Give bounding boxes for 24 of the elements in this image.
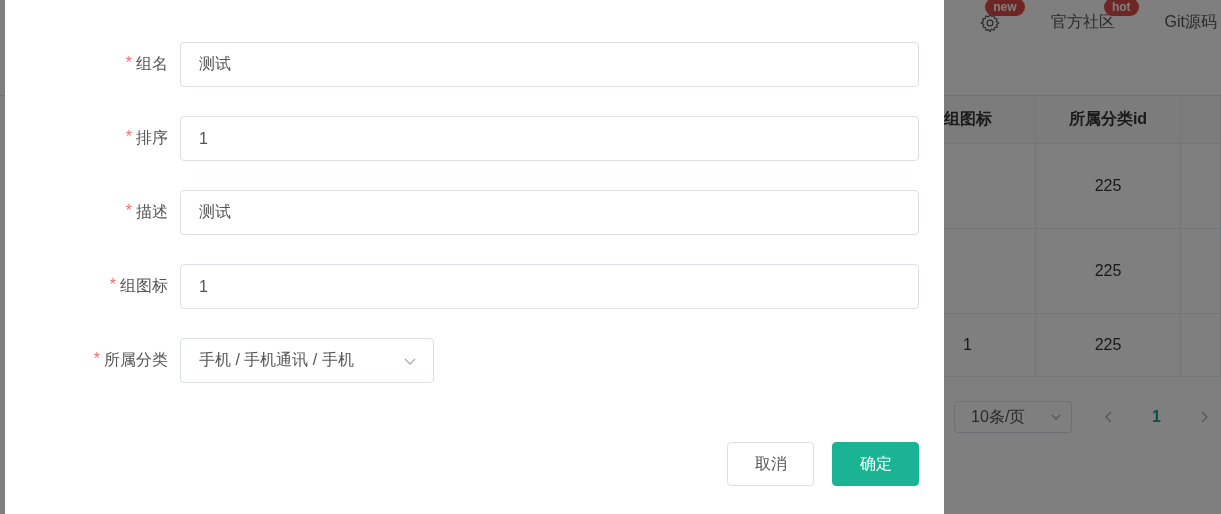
field-label: 组名 [136, 54, 168, 74]
table-cell: 225 [1036, 144, 1181, 229]
field-label: 所属分类 [104, 350, 168, 370]
table-cell: 225 [1036, 229, 1181, 314]
header-badge: new [985, 0, 1025, 16]
field-label: 组图标 [120, 276, 168, 296]
required-mark: * [93, 350, 100, 369]
column-header: 所属分类id [1036, 96, 1181, 144]
field-label: 排序 [136, 128, 168, 148]
required-mark: * [125, 202, 132, 221]
table-cell: 225 [1036, 314, 1181, 377]
input-field[interactable]: 测试 [180, 42, 919, 87]
category-select[interactable]: 手机 / 手机通讯 / 手机 [180, 338, 434, 383]
input-field[interactable]: 1 [180, 264, 919, 309]
page-size-select[interactable]: 10条/页 [954, 401, 1073, 433]
input-field[interactable]: 测试 [180, 190, 919, 235]
cancel-button[interactable]: 取消 [727, 442, 814, 486]
required-mark: * [125, 128, 132, 147]
header-link[interactable]: Git源码 [1164, 12, 1217, 33]
required-mark: * [109, 276, 116, 295]
field-label: 描述 [136, 202, 168, 222]
header-badge: hot [1103, 0, 1139, 16]
required-mark: * [125, 54, 132, 73]
input-field[interactable]: 1 [180, 116, 919, 161]
